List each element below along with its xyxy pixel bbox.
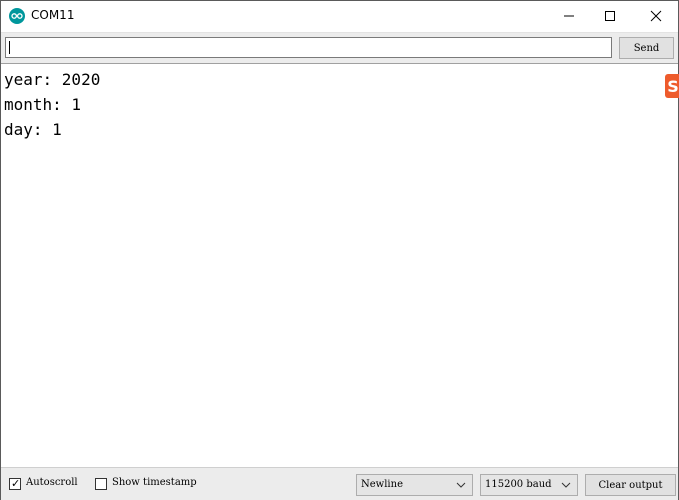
minimize-button[interactable] [546,1,592,31]
arduino-icon [9,8,25,24]
show-timestamp-checkbox[interactable] [95,478,107,490]
autoscroll-checkbox[interactable]: ✓ [9,477,21,490]
autoscroll-label: Autoscroll [26,477,78,488]
maximize-icon [605,11,615,21]
line-ending-select[interactable]: Newline [356,474,473,496]
text-caret [9,41,10,54]
output-line: year: 2020 [4,70,101,89]
overlay-s-badge-icon[interactable]: S [665,74,679,98]
output-line: day: 1 [4,120,62,139]
checkmark-icon: ✓ [11,477,21,490]
baud-rate-value: 115200 baud [485,479,552,490]
serial-monitor-window: COM11 Send year: 2020 month: 1 day: 1 S … [0,0,679,500]
maximize-button[interactable] [587,1,633,31]
chevron-down-icon [561,482,571,488]
show-timestamp-label: Show timestamp [112,477,197,488]
serial-output[interactable]: year: 2020 month: 1 day: 1 [1,63,678,467]
line-ending-value: Newline [361,479,403,490]
output-line: month: 1 [4,95,82,114]
baud-rate-select[interactable]: 115200 baud [480,474,578,496]
footer-bar: ✓ Autoscroll Show timestamp Newline 1152… [1,467,678,500]
close-icon [650,10,662,22]
chevron-down-icon [456,482,466,488]
minimize-icon [564,15,574,17]
send-input[interactable] [5,37,612,58]
send-bar: Send [1,32,678,64]
clear-output-button[interactable]: Clear output [585,474,676,496]
send-button[interactable]: Send [619,37,674,59]
title-bar: COM11 [1,1,678,32]
window-title: COM11 [31,8,75,22]
close-button[interactable] [633,1,679,31]
